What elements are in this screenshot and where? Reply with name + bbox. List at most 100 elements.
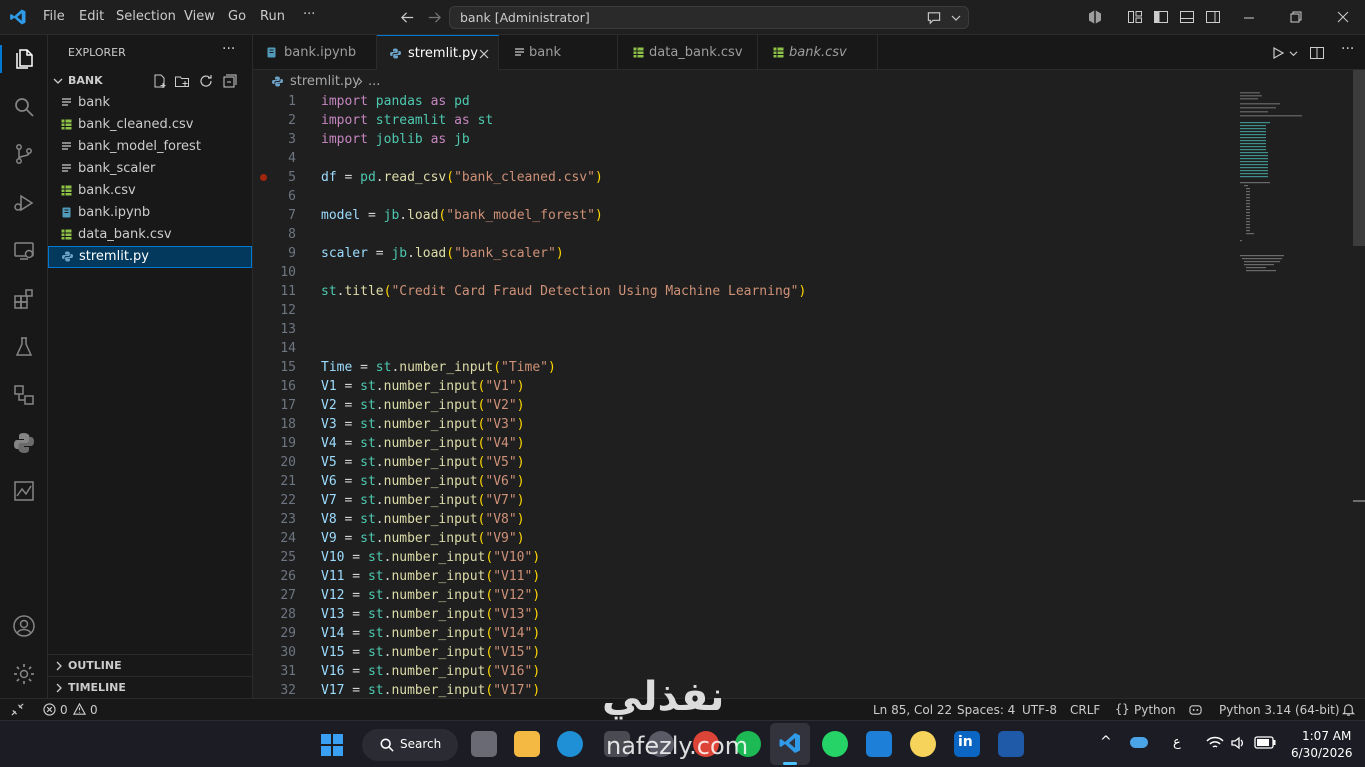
- warning-icon[interactable]: [73, 703, 86, 716]
- timeline-section-header[interactable]: TIMELINE: [48, 676, 252, 698]
- code-line[interactable]: V12 = st.number_input("V12"): [321, 588, 540, 603]
- file-item-bank-ipynb[interactable]: bank.ipynb: [48, 202, 252, 224]
- breadcrumb-file[interactable]: stremlit.py: [290, 74, 360, 89]
- show-hidden-icons-chevron-up-icon[interactable]: ^: [1100, 734, 1112, 750]
- python-icon[interactable]: [12, 431, 36, 455]
- editor-scrollbar-thumb[interactable]: [1353, 70, 1365, 246]
- chat-icon[interactable]: [926, 10, 942, 25]
- code-line[interactable]: V5 = st.number_input("V5"): [321, 455, 525, 470]
- vscode-taskbar-active[interactable]: [770, 723, 810, 765]
- code-editor[interactable]: stremlit.py ... 1 import pandas as pd 2 imp…: [253, 70, 1365, 698]
- search-icon[interactable]: [12, 95, 36, 119]
- run-python-file-icon[interactable]: [1271, 46, 1285, 60]
- new-file-icon[interactable]: [152, 73, 168, 89]
- tab-bank[interactable]: bank: [499, 35, 618, 70]
- explorer-files-icon[interactable]: [12, 47, 36, 71]
- warning-count[interactable]: 0: [90, 703, 98, 717]
- file-item-data-bank-csv[interactable]: data_bank.csv: [48, 224, 252, 246]
- settings-gear-icon[interactable]: [12, 662, 36, 686]
- battery-icon[interactable]: [1254, 736, 1276, 749]
- source-control-icon[interactable]: [12, 142, 36, 166]
- code-line[interactable]: V3 = st.number_input("V3"): [321, 417, 525, 432]
- app-blue-icon[interactable]: [866, 731, 892, 757]
- chart-preview-icon[interactable]: [12, 479, 36, 503]
- minimize-icon[interactable]: [1243, 12, 1255, 24]
- file-item-bank[interactable]: bank: [48, 92, 252, 114]
- clock-time[interactable]: 1:07 AM: [1302, 729, 1351, 743]
- run-debug-icon[interactable]: [12, 191, 36, 215]
- remote-connection-icon[interactable]: [10, 702, 25, 717]
- code-line[interactable]: V14 = st.number_input("V14"): [321, 626, 540, 641]
- customize-layout-icon[interactable]: [1127, 9, 1143, 25]
- onedrive-cloud-icon[interactable]: [1130, 737, 1148, 748]
- code-line[interactable]: import pandas as pd: [321, 94, 470, 109]
- tips-bulb-icon[interactable]: [910, 731, 936, 757]
- copilot-icon[interactable]: [1087, 9, 1103, 25]
- code-line[interactable]: model = jb.load("bank_model_forest"): [321, 208, 603, 223]
- python-interpreter[interactable]: Python 3.14 (64-bit): [1219, 703, 1340, 717]
- menu-file[interactable]: File: [43, 9, 65, 24]
- split-editor-icon[interactable]: [1309, 45, 1325, 61]
- copilot-status-icon[interactable]: [1188, 703, 1203, 716]
- breadcrumb-more[interactable]: ...: [368, 74, 380, 89]
- command-center-search[interactable]: bank [Administrator]: [449, 6, 969, 29]
- file-item-bank-csv[interactable]: bank.csv: [48, 180, 252, 202]
- taskbar-search[interactable]: Search: [362, 729, 458, 761]
- file-item-stremlit-py[interactable]: stremlit.py: [48, 246, 252, 268]
- linkedin-icon[interactable]: in: [954, 731, 980, 757]
- encoding[interactable]: UTF-8: [1022, 703, 1057, 717]
- app-icon[interactable]: [648, 731, 674, 757]
- edge-browser-icon[interactable]: [557, 731, 583, 757]
- code-line[interactable]: V7 = st.number_input("V7"): [321, 493, 525, 508]
- analytics-app-icon[interactable]: [998, 731, 1024, 757]
- microsoft-store-icon[interactable]: [604, 731, 630, 757]
- code-line[interactable]: V17 = st.number_input("V17"): [321, 683, 540, 698]
- code-line[interactable]: V16 = st.number_input("V16"): [321, 664, 540, 679]
- tab-bank-ipynb[interactable]: bank.ipynb: [253, 35, 377, 70]
- menu-go[interactable]: Go: [228, 9, 246, 24]
- code-line[interactable]: V10 = st.number_input("V10"): [321, 550, 540, 565]
- task-view-icon[interactable]: [471, 731, 497, 757]
- code-line[interactable]: V11 = st.number_input("V11"): [321, 569, 540, 584]
- close-window-icon[interactable]: [1337, 11, 1349, 23]
- windows-start-icon[interactable]: [320, 733, 344, 757]
- chevron-down-icon[interactable]: [951, 13, 961, 23]
- code-line[interactable]: V9 = st.number_input("V9"): [321, 531, 525, 546]
- code-lines-area[interactable]: 1 import pandas as pd 2 import streamlit as…: [253, 92, 1233, 698]
- tab-data-bank-csv[interactable]: data_bank.csv: [618, 35, 758, 70]
- chevron-down-icon[interactable]: [1289, 49, 1298, 58]
- toggle-primary-sidebar-icon[interactable]: [1153, 9, 1169, 25]
- error-count[interactable]: 0: [60, 703, 68, 717]
- code-line[interactable]: Time = st.number_input("Time"): [321, 360, 556, 375]
- file-explorer-icon[interactable]: [514, 731, 540, 757]
- code-line[interactable]: V2 = st.number_input("V2"): [321, 398, 525, 413]
- refresh-icon[interactable]: [198, 73, 214, 89]
- code-line[interactable]: st.title("Credit Card Fraud Detection Us…: [321, 284, 806, 299]
- volume-icon[interactable]: [1230, 735, 1246, 751]
- code-line[interactable]: V6 = st.number_input("V6"): [321, 474, 525, 489]
- account-icon[interactable]: [12, 614, 36, 638]
- tab-stremlit-py[interactable]: stremlit.py: [377, 35, 499, 71]
- file-item-bank-model-forest[interactable]: bank_model_forest: [48, 136, 252, 158]
- menu-edit[interactable]: Edit: [79, 9, 104, 24]
- toggle-secondary-sidebar-icon[interactable]: [1205, 9, 1221, 25]
- remote-explorer-icon[interactable]: [12, 239, 36, 263]
- outline-section-header[interactable]: OUTLINE: [48, 654, 252, 676]
- file-item-bank-scaler[interactable]: bank_scaler: [48, 158, 252, 180]
- code-line[interactable]: V8 = st.number_input("V8"): [321, 512, 525, 527]
- restore-icon[interactable]: [1290, 11, 1302, 23]
- explorer-more-button[interactable]: ···: [222, 41, 235, 57]
- input-language[interactable]: ع: [1173, 735, 1181, 750]
- menu-more[interactable]: ···: [303, 7, 315, 22]
- end-of-line[interactable]: CRLF: [1070, 703, 1100, 717]
- code-line[interactable]: import streamlit as st: [321, 113, 493, 128]
- notifications-bell-icon[interactable]: [1341, 702, 1356, 717]
- file-item-bank-cleaned-csv[interactable]: bank_cleaned.csv: [48, 114, 252, 136]
- code-line[interactable]: df = pd.read_csv("bank_cleaned.csv"): [321, 170, 603, 185]
- close-tab-icon[interactable]: [479, 49, 489, 59]
- menu-view[interactable]: View: [184, 9, 215, 24]
- code-line[interactable]: scaler = jb.load("bank_scaler"): [321, 246, 564, 261]
- new-folder-icon[interactable]: [174, 73, 190, 89]
- editor-more-actions[interactable]: ···: [1341, 41, 1354, 57]
- code-line[interactable]: V1 = st.number_input("V1"): [321, 379, 525, 394]
